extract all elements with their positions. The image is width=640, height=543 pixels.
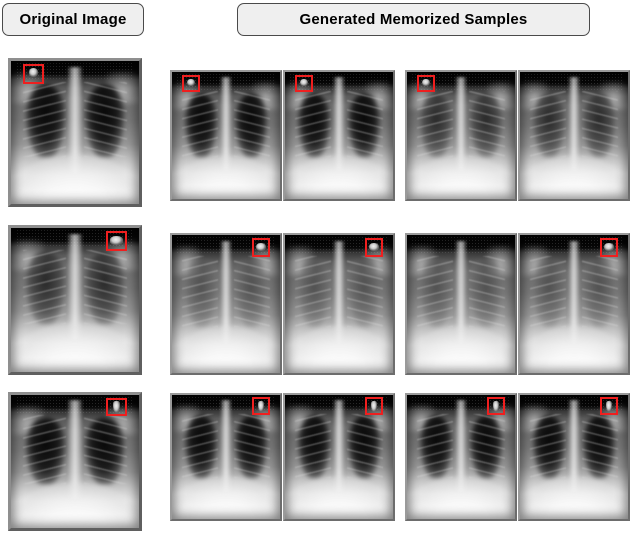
xray-ribs-layer [468, 255, 506, 328]
xray-image [11, 61, 139, 204]
generated-sample-r1-c1 [170, 70, 282, 201]
xray-image [520, 72, 628, 199]
xray-ribs-layer [294, 255, 332, 328]
xray-image [407, 395, 515, 519]
original-image-3 [8, 392, 142, 531]
xray-image [407, 235, 515, 373]
xray-ribs-layer [529, 91, 567, 158]
xray-image [11, 228, 139, 372]
xray-image [285, 395, 393, 519]
generated-sample-r2-c4 [518, 233, 630, 375]
xray-ribs-layer [83, 414, 128, 485]
xray-image [172, 395, 280, 519]
figure-canvas: Original Image Generated Memorized Sampl… [0, 0, 640, 543]
xray-ribs-layer [181, 91, 219, 158]
xray-ribs-layer [468, 91, 506, 158]
generated-samples-header: Generated Memorized Samples [237, 3, 590, 36]
xray-ribs-layer [22, 249, 67, 325]
generated-sample-r2-c2 [283, 233, 395, 375]
generated-sample-r3-c2 [283, 393, 395, 521]
generated-sample-r3-c1 [170, 393, 282, 521]
generated-sample-r2-c1 [170, 233, 282, 375]
xray-ribs-layer [416, 413, 454, 479]
generated-sample-r1-c2 [283, 70, 395, 201]
xray-ribs-layer [233, 255, 271, 328]
xray-ribs-layer [181, 413, 219, 479]
xray-ribs-layer [346, 413, 384, 479]
xray-image [285, 235, 393, 373]
xray-ribs-layer [22, 414, 67, 485]
original-image-2 [8, 225, 142, 375]
xray-ribs-layer [294, 413, 332, 479]
xray-ribs-layer [83, 82, 128, 157]
original-image-1 [8, 58, 142, 207]
xray-ribs-layer [581, 91, 619, 158]
xray-image [520, 235, 628, 373]
xray-ribs-layer [83, 249, 128, 325]
xray-ribs-layer [529, 255, 567, 328]
xray-ribs-layer [416, 91, 454, 158]
xray-ribs-layer [181, 255, 219, 328]
generated-sample-r3-c4 [518, 393, 630, 521]
xray-ribs-layer [22, 82, 67, 157]
generated-sample-r1-c3 [405, 70, 517, 201]
xray-ribs-layer [233, 91, 271, 158]
xray-image [172, 235, 280, 373]
xray-ribs-layer [468, 413, 506, 479]
xray-ribs-layer [416, 255, 454, 328]
xray-image [285, 72, 393, 199]
generated-sample-r3-c3 [405, 393, 517, 521]
xray-ribs-layer [581, 255, 619, 328]
generated-sample-r2-c3 [405, 233, 517, 375]
xray-image [407, 72, 515, 199]
original-image-header: Original Image [2, 3, 144, 36]
xray-ribs-layer [529, 413, 567, 479]
xray-ribs-layer [233, 413, 271, 479]
xray-ribs-layer [294, 91, 332, 158]
xray-ribs-layer [346, 91, 384, 158]
generated-sample-r1-c4 [518, 70, 630, 201]
xray-image [172, 72, 280, 199]
xray-ribs-layer [581, 413, 619, 479]
xray-ribs-layer [346, 255, 384, 328]
xray-image [11, 395, 139, 528]
xray-image [520, 395, 628, 519]
